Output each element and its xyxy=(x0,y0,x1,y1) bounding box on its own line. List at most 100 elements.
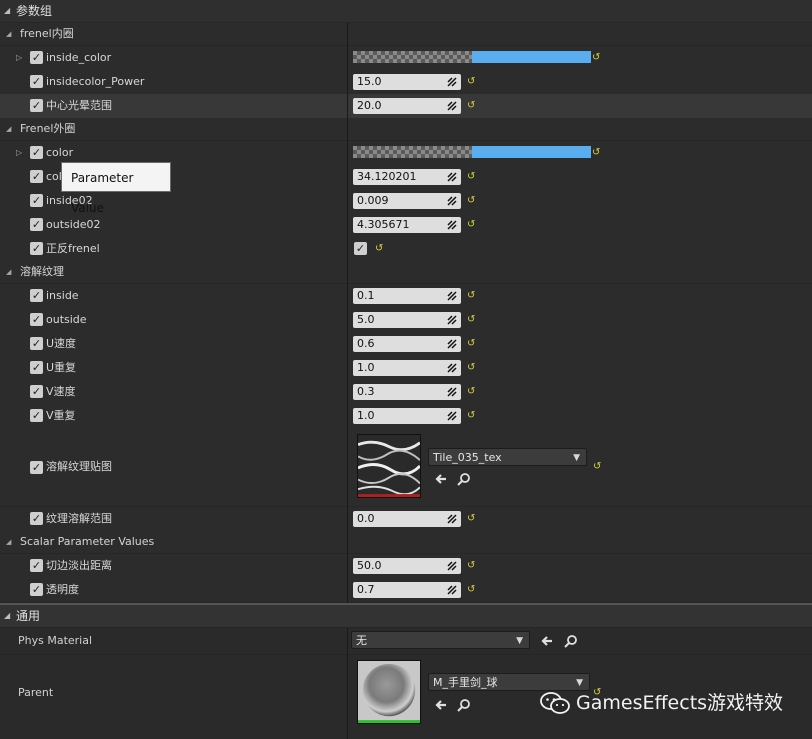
use-selected-arrow-icon[interactable] xyxy=(434,472,448,486)
param-row-inside: ✓ inside 0.1 ↺ xyxy=(0,284,812,308)
value-field[interactable]: 15.0 xyxy=(353,74,461,90)
resize-grip-icon[interactable] xyxy=(447,561,457,571)
reset-to-default-icon[interactable]: ↺ xyxy=(467,514,476,524)
value-field[interactable]: 5.0 xyxy=(353,312,461,328)
param-checkbox[interactable]: ✓ xyxy=(30,289,43,302)
value-field[interactable]: 0.0 xyxy=(353,511,461,527)
param-checkbox[interactable]: ✓ xyxy=(30,361,43,374)
material-thumbnail[interactable] xyxy=(357,660,421,724)
group-header-scalar[interactable]: ◢ Scalar Parameter Values xyxy=(0,531,812,553)
search-icon[interactable] xyxy=(457,472,471,486)
value-field[interactable]: 0.6 xyxy=(353,336,461,352)
search-icon[interactable] xyxy=(564,634,578,648)
param-row-u-speed: ✓ U速度 0.6 ↺ xyxy=(0,332,812,356)
use-selected-arrow-icon[interactable] xyxy=(540,634,554,648)
value-checkbox[interactable]: ✓ xyxy=(354,242,367,255)
value-field[interactable]: 0.7 xyxy=(353,582,461,598)
resize-grip-icon[interactable] xyxy=(447,77,457,87)
reset-to-default-icon[interactable]: ↺ xyxy=(467,561,476,571)
param-checkbox[interactable]: ✓ xyxy=(30,409,43,422)
reset-to-default-icon[interactable]: ↺ xyxy=(467,315,476,325)
param-checkbox[interactable]: ✓ xyxy=(30,146,43,159)
param-checkbox[interactable]: ✓ xyxy=(30,512,43,525)
reset-to-default-icon[interactable]: ↺ xyxy=(592,53,601,63)
collapse-triangle-icon[interactable]: ◢ xyxy=(6,23,11,45)
reset-to-default-icon[interactable]: ↺ xyxy=(467,291,476,301)
collapse-triangle-icon[interactable]: ◢ xyxy=(6,531,11,553)
phys-material-value: 无 xyxy=(356,634,367,647)
expand-arrow-icon[interactable]: ▷ xyxy=(16,46,22,70)
param-checkbox[interactable]: ✓ xyxy=(30,583,43,596)
resize-grip-icon[interactable] xyxy=(447,315,457,325)
reset-to-default-icon[interactable]: ↺ xyxy=(467,172,476,182)
resize-grip-icon[interactable] xyxy=(447,220,457,230)
reset-to-default-icon[interactable]: ↺ xyxy=(592,148,601,158)
value-field[interactable]: 50.0 xyxy=(353,558,461,574)
resize-grip-icon[interactable] xyxy=(447,363,457,373)
param-checkbox[interactable]: ✓ xyxy=(30,99,43,112)
collapse-triangle-icon[interactable]: ◢ xyxy=(6,118,11,140)
reset-to-default-icon[interactable]: ↺ xyxy=(467,411,476,421)
resize-grip-icon[interactable] xyxy=(447,196,457,206)
phys-material-dropdown[interactable]: 无 ▼ xyxy=(351,631,530,649)
value-field[interactable]: 1.0 xyxy=(353,360,461,376)
value-field[interactable]: 1.0 xyxy=(353,408,461,424)
param-checkbox[interactable]: ✓ xyxy=(30,337,43,350)
search-icon[interactable] xyxy=(457,698,471,712)
expand-arrow-icon[interactable]: ▷ xyxy=(16,141,22,165)
reset-to-default-icon[interactable]: ↺ xyxy=(467,220,476,230)
reset-to-default-icon[interactable]: ↺ xyxy=(375,244,384,254)
resize-grip-icon[interactable] xyxy=(447,387,457,397)
texture-dropdown[interactable]: Tile_035_tex ▼ xyxy=(428,448,587,466)
reset-to-default-icon[interactable]: ↺ xyxy=(467,363,476,373)
resize-grip-icon[interactable] xyxy=(447,514,457,524)
param-label: col xyxy=(46,170,62,183)
reset-to-default-icon[interactable]: ↺ xyxy=(467,339,476,349)
color-swatch[interactable] xyxy=(353,146,591,158)
value-field[interactable]: 20.0 xyxy=(353,98,461,114)
resize-grip-icon[interactable] xyxy=(447,101,457,111)
use-selected-arrow-icon[interactable] xyxy=(434,698,448,712)
group-header-fresnel-outer[interactable]: ◢ Frenel外圈 xyxy=(0,118,812,140)
color-swatch[interactable] xyxy=(353,51,591,63)
collapse-triangle-icon[interactable]: ◢ xyxy=(4,605,10,627)
resize-grip-icon[interactable] xyxy=(447,172,457,182)
param-checkbox[interactable]: ✓ xyxy=(30,170,43,183)
reset-to-default-icon[interactable]: ↺ xyxy=(467,585,476,595)
value-field[interactable]: 0.1 xyxy=(353,288,461,304)
param-checkbox[interactable]: ✓ xyxy=(30,51,43,64)
value-field[interactable]: 0.009 xyxy=(353,193,461,209)
param-label: 切边淡出距离 xyxy=(46,559,112,572)
value-field[interactable]: 0.3 xyxy=(353,384,461,400)
param-checkbox[interactable]: ✓ xyxy=(30,218,43,231)
param-checkbox[interactable]: ✓ xyxy=(30,559,43,572)
value-field[interactable]: 4.305671 xyxy=(353,217,461,233)
collapse-triangle-icon[interactable]: ◢ xyxy=(4,0,10,22)
param-checkbox[interactable]: ✓ xyxy=(30,242,43,255)
param-checkbox[interactable]: ✓ xyxy=(30,194,43,207)
param-checkbox[interactable]: ✓ xyxy=(30,313,43,326)
resize-grip-icon[interactable] xyxy=(447,411,457,421)
resize-grip-icon[interactable] xyxy=(447,291,457,301)
section-title: 参数组 xyxy=(16,4,53,18)
collapse-triangle-icon[interactable]: ◢ xyxy=(6,261,11,283)
texture-thumbnail[interactable] xyxy=(357,434,421,498)
parent-material-dropdown[interactable]: M_手里剑_球 ▼ xyxy=(428,673,590,691)
resize-grip-icon[interactable] xyxy=(447,339,457,349)
reset-to-default-icon[interactable]: ↺ xyxy=(467,387,476,397)
reset-to-default-icon[interactable]: ↺ xyxy=(593,462,602,472)
param-checkbox[interactable]: ✓ xyxy=(30,461,43,474)
group-header-fresnel-inner[interactable]: ◢ frenel内圈 xyxy=(0,23,812,45)
group-header-dissolve[interactable]: ◢ 溶解纹理 xyxy=(0,261,812,283)
value-field[interactable]: 34.120201 xyxy=(353,169,461,185)
reset-to-default-icon[interactable]: ↺ xyxy=(467,101,476,111)
reset-to-default-icon[interactable]: ↺ xyxy=(467,77,476,87)
section-header-general[interactable]: ◢ 通用 xyxy=(0,605,812,627)
param-checkbox[interactable]: ✓ xyxy=(30,385,43,398)
section-header-param-group[interactable]: ◢ 参数组 xyxy=(0,0,812,22)
reset-to-default-icon[interactable]: ↺ xyxy=(467,196,476,206)
param-label: V速度 xyxy=(46,385,76,398)
resize-grip-icon[interactable] xyxy=(447,585,457,595)
param-checkbox[interactable]: ✓ xyxy=(30,75,43,88)
param-row-u-repeat: ✓ U重复 1.0 ↺ xyxy=(0,356,812,380)
